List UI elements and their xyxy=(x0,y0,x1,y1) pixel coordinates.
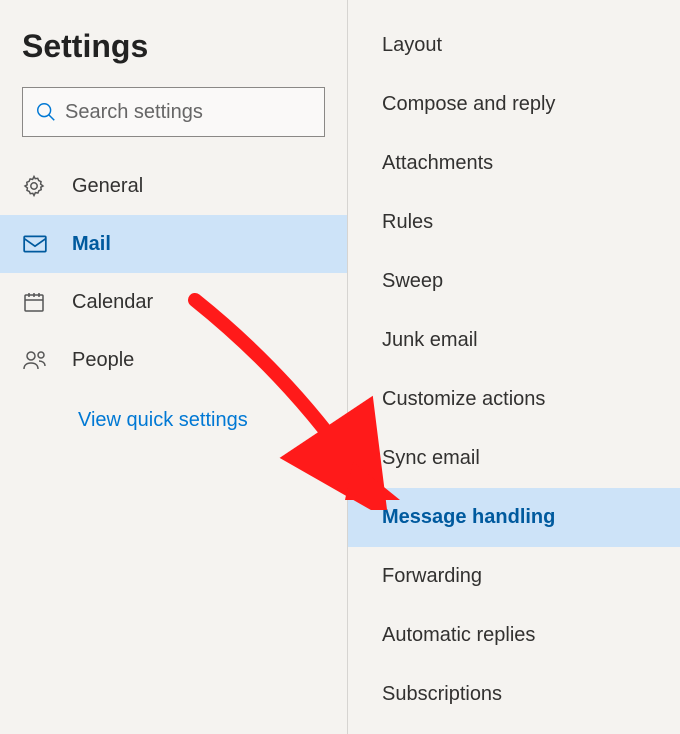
sub-item-message-handling[interactable]: Message handling xyxy=(348,488,680,547)
sub-item-label: Rules xyxy=(382,211,433,234)
sub-item-label: Customize actions xyxy=(382,388,545,411)
sub-item-subscriptions[interactable]: Subscriptions xyxy=(348,665,680,724)
sub-item-rules[interactable]: Rules xyxy=(348,193,680,252)
gear-icon xyxy=(22,174,58,198)
search-input[interactable] xyxy=(65,101,330,124)
sub-item-label: Subscriptions xyxy=(382,683,502,706)
sub-item-label: Message handling xyxy=(382,506,555,529)
settings-left-panel: Settings General Mail xyxy=(0,0,348,734)
view-quick-settings-link[interactable]: View quick settings xyxy=(0,409,347,432)
sub-item-label: Layout xyxy=(382,34,442,57)
sub-item-junk-email[interactable]: Junk email xyxy=(348,311,680,370)
search-box[interactable] xyxy=(22,87,325,137)
sub-item-layout[interactable]: Layout xyxy=(348,16,680,75)
sidebar-item-label: Calendar xyxy=(72,291,153,314)
sidebar-item-label: Mail xyxy=(72,233,111,256)
sub-item-label: Forwarding xyxy=(382,565,482,588)
sidebar-item-calendar[interactable]: Calendar xyxy=(0,273,347,331)
search-icon xyxy=(35,101,57,123)
sub-item-label: Automatic replies xyxy=(382,624,535,647)
sidebar-item-label: General xyxy=(72,175,143,198)
sub-item-sync-email[interactable]: Sync email xyxy=(348,429,680,488)
calendar-icon xyxy=(22,290,58,314)
settings-subpanel: Layout Compose and reply Attachments Rul… xyxy=(348,0,680,734)
mail-icon xyxy=(22,232,58,256)
sub-item-attachments[interactable]: Attachments xyxy=(348,134,680,193)
sub-item-label: Compose and reply xyxy=(382,93,555,116)
sidebar-item-people[interactable]: People xyxy=(0,331,347,389)
sub-item-forwarding[interactable]: Forwarding xyxy=(348,547,680,606)
sub-item-label: Attachments xyxy=(382,152,493,175)
sidebar-item-label: People xyxy=(72,349,134,372)
page-title: Settings xyxy=(0,0,347,79)
sub-item-label: Sweep xyxy=(382,270,443,293)
sub-item-compose-reply[interactable]: Compose and reply xyxy=(348,75,680,134)
sub-item-sweep[interactable]: Sweep xyxy=(348,252,680,311)
sub-item-customize-actions[interactable]: Customize actions xyxy=(348,370,680,429)
sidebar-item-general[interactable]: General xyxy=(0,157,347,215)
sub-item-label: Junk email xyxy=(382,329,478,352)
sub-item-automatic-replies[interactable]: Automatic replies xyxy=(348,606,680,665)
sub-item-label: Sync email xyxy=(382,447,480,470)
sidebar-item-mail[interactable]: Mail xyxy=(0,215,347,273)
people-icon xyxy=(22,348,58,372)
